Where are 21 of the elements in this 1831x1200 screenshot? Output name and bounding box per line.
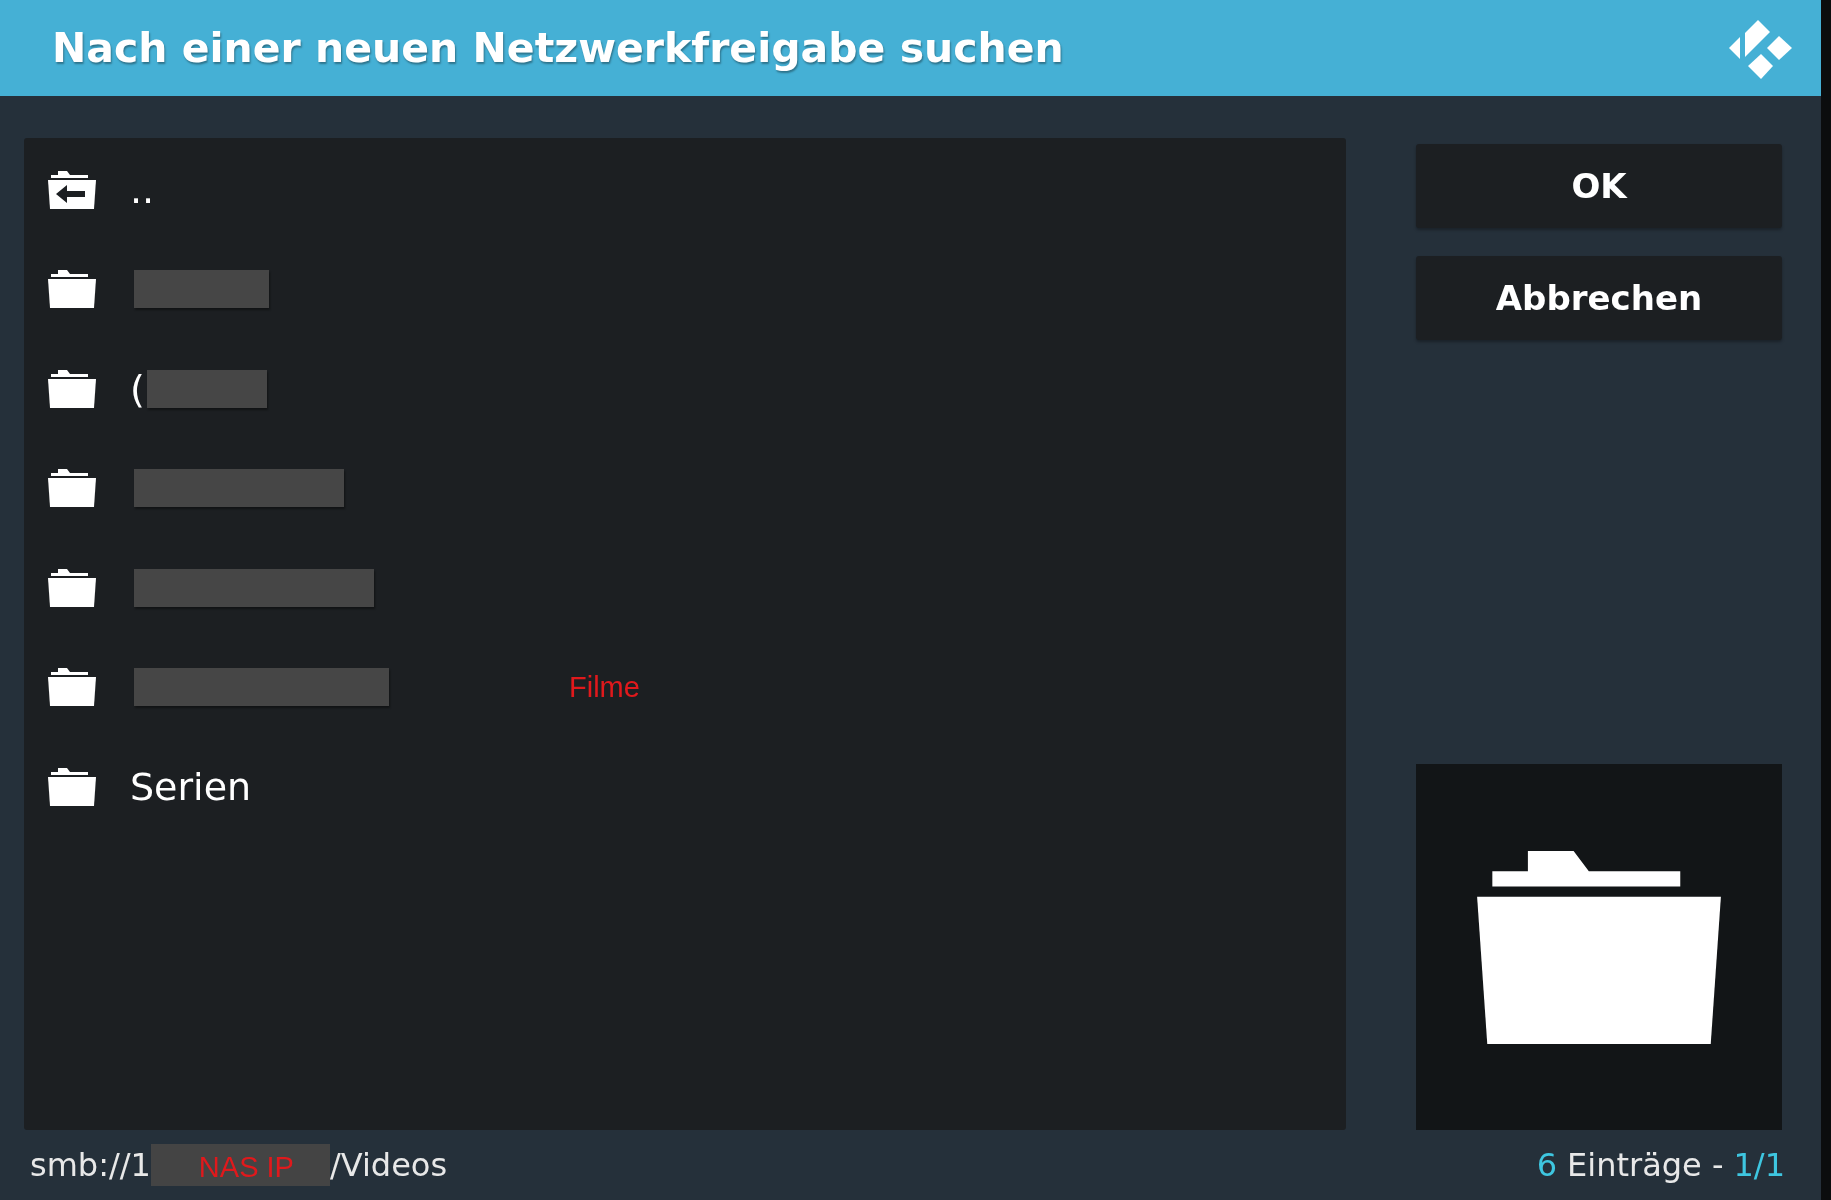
- folder-icon: [48, 469, 96, 508]
- folder-icon: [48, 668, 96, 707]
- window-title: Nach einer neuen Netzwerkfreigabe suchen: [52, 24, 1064, 72]
- count-label: Einträge -: [1567, 1146, 1724, 1184]
- folder-icon: [48, 767, 96, 806]
- redaction-label: NAS IP: [150, 1144, 330, 1186]
- folder-back-icon: [48, 170, 96, 209]
- folder-icon: [48, 270, 96, 309]
- folder-icon: [1477, 850, 1721, 1044]
- path-text: smb://1: [30, 1146, 151, 1184]
- cancel-button[interactable]: Abbrechen: [1416, 256, 1782, 340]
- item-count: 6: [1536, 1146, 1558, 1184]
- item-label: (: [130, 366, 145, 411]
- item-label: ..: [130, 167, 155, 212]
- folder-icon: [48, 369, 96, 408]
- path-text: /Videos: [329, 1146, 448, 1184]
- ok-button[interactable]: OK: [1416, 144, 1782, 228]
- folder-icon: [48, 568, 96, 607]
- page-indicator: 1/1: [1733, 1146, 1785, 1184]
- annotation-text: Filme: [569, 670, 640, 704]
- item-label: Serien: [130, 764, 252, 809]
